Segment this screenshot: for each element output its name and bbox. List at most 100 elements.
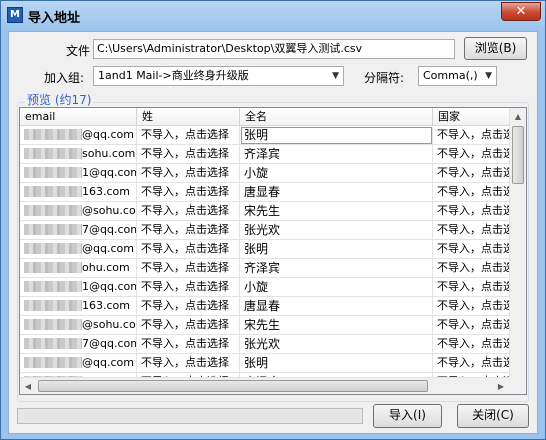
fullname-cell[interactable]: 张明	[240, 354, 433, 373]
email-suffix: sohu.com	[82, 147, 136, 160]
email-suffix: 7@qq.com	[82, 337, 137, 350]
redacted-email-mask	[24, 262, 82, 273]
scroll-left-icon[interactable]: ◀	[20, 378, 36, 394]
table-row[interactable]: 7@qq.com 不导入，点击选择 张光欢 不导入，点击选	[20, 335, 518, 354]
table-row[interactable]: @qq.com 不导入，点击选择 张明 不导入，点击选	[20, 126, 518, 145]
scroll-up-icon[interactable]: ▲	[510, 108, 526, 125]
close-button[interactable]: 关闭(C)	[457, 404, 529, 428]
horizontal-scrollbar[interactable]: ◀ ▶	[20, 377, 509, 394]
table-row[interactable]: @qq.com 不导入，点击选择 张明 不导入，点击选	[20, 240, 518, 259]
surname-cell[interactable]: 不导入，点击选择	[137, 221, 240, 240]
country-cell[interactable]: 不导入，点击选	[433, 202, 510, 221]
surname-cell[interactable]: 不导入，点击选择	[137, 183, 240, 202]
country-cell[interactable]: 不导入，点击选	[433, 164, 510, 183]
column-header-country[interactable]: 国家	[433, 108, 510, 126]
country-cell[interactable]: 不导入，点击选	[433, 240, 510, 259]
surname-cell[interactable]: 不导入，点击选择	[137, 202, 240, 221]
horizontal-scroll-thumb[interactable]	[38, 380, 428, 392]
table-row[interactable]: sohu.com 不导入，点击选择 齐泽宾 不导入，点击选	[20, 145, 518, 164]
email-cell[interactable]: ohu.com	[20, 259, 137, 278]
country-cell[interactable]: 不导入，点击选	[433, 354, 510, 373]
vertical-scrollbar[interactable]: ▲ ▼	[509, 108, 526, 394]
file-path-input[interactable]: C:\Users\Administrator\Desktop\双翼导入测试.cs…	[93, 39, 455, 59]
country-cell[interactable]: 不导入，点击选	[433, 221, 510, 240]
email-cell[interactable]: 7@qq.com	[20, 221, 137, 240]
fullname-cell[interactable]: 张光欢	[240, 335, 433, 354]
fullname-cell[interactable]: 张明	[240, 240, 433, 259]
column-header-email[interactable]: email	[20, 108, 137, 126]
table-row[interactable]: @qq.com 不导入，点击选择 张明 不导入，点击选	[20, 354, 518, 373]
browse-button[interactable]: 浏览(B)	[464, 37, 527, 60]
surname-cell[interactable]: 不导入，点击选择	[137, 126, 240, 145]
fullname-cell[interactable]: 张光欢	[240, 221, 433, 240]
surname-cell[interactable]: 不导入，点击选择	[137, 354, 240, 373]
country-cell[interactable]: 不导入，点击选	[433, 297, 510, 316]
email-cell[interactable]: 7@qq.com	[20, 335, 137, 354]
fullname-cell[interactable]: 小旋	[240, 278, 433, 297]
email-cell[interactable]: @qq.com	[20, 126, 137, 145]
group-select[interactable]: 1and1 Mail->商业终身升级版 ▼	[93, 66, 344, 86]
surname-cell[interactable]: 不导入，点击选择	[137, 316, 240, 335]
country-cell[interactable]: 不导入，点击选	[433, 278, 510, 297]
table-row[interactable]: 163.com 不导入，点击选择 唐显春 不导入，点击选	[20, 297, 518, 316]
country-cell[interactable]: 不导入，点击选	[433, 183, 510, 202]
table-row[interactable]: ohu.com 不导入，点击选择齐泽宾不导入，点击选	[20, 259, 518, 278]
fullname-cell[interactable]: 齐泽宾	[240, 145, 433, 164]
country-cell[interactable]: 不导入，点击选	[433, 259, 510, 278]
email-cell[interactable]: sohu.com	[20, 145, 137, 164]
column-header-surname[interactable]: 姓	[137, 108, 240, 126]
surname-cell[interactable]: 不导入，点击选择	[137, 335, 240, 354]
surname-cell[interactable]: 不导入，点击选择	[137, 164, 240, 183]
fullname-cell[interactable]: 张明	[240, 126, 433, 145]
scroll-right-icon[interactable]: ▶	[493, 378, 509, 394]
surname-cell[interactable]: 不导入，点击选择	[137, 278, 240, 297]
surname-cell[interactable]: 不导入，点击选择	[137, 297, 240, 316]
email-suffix: @sohu.com	[82, 318, 136, 331]
country-cell[interactable]: 不导入，点击选	[433, 145, 510, 164]
surname-cell[interactable]: 不导入，点击选择	[137, 145, 240, 164]
country-cell[interactable]: 不导入，点击选	[433, 335, 510, 354]
table-row[interactable]: 163.com 不导入，点击选择 唐显春 不导入，点击选	[20, 183, 518, 202]
email-cell[interactable]: @sohu.com	[20, 316, 137, 335]
fullname-cell[interactable]: 唐显春	[240, 183, 433, 202]
preview-table[interactable]: email 姓 全名 国家 @qq.com 不导入，点击选择 张明 不导入，点击选 so…	[19, 107, 527, 395]
separator-select[interactable]: Comma(,) ▼	[418, 66, 497, 86]
email-cell[interactable]: @sohu.com	[20, 202, 137, 221]
surname-cell[interactable]: 不导入，点击选择	[137, 240, 240, 259]
table-row[interactable]: 1@qq.com 不导入，点击选择 小旋 不导入，点击选	[20, 278, 518, 297]
close-window-button[interactable]: ✕	[501, 2, 541, 21]
vertical-scroll-thumb[interactable]	[512, 126, 524, 184]
fullname-cell[interactable]: 唐显春	[240, 297, 433, 316]
email-cell[interactable]: 163.com	[20, 297, 137, 316]
email-suffix: 1@qq.com	[82, 166, 137, 179]
email-cell[interactable]: @qq.com	[20, 354, 137, 373]
window-title: 导入地址	[28, 11, 81, 26]
email-suffix: 163.com	[82, 299, 130, 312]
redacted-email-mask	[24, 357, 82, 368]
table-row[interactable]: @sohu.com不导入，点击选择宋先生不导入，点击选	[20, 316, 518, 335]
redacted-email-mask	[24, 243, 82, 254]
country-cell[interactable]: 不导入，点击选	[433, 316, 510, 335]
title-bar[interactable]: M 导入地址 ✕	[1, 1, 545, 31]
email-cell[interactable]: @qq.com	[20, 240, 137, 259]
country-cell[interactable]: 不导入，点击选	[433, 126, 510, 145]
preview-table-header: email 姓 全名 国家	[20, 108, 520, 126]
email-cell[interactable]: 163.com	[20, 183, 137, 202]
surname-cell[interactable]: 不导入，点击选择	[137, 259, 240, 278]
email-cell[interactable]: 1@qq.com	[20, 278, 137, 297]
fullname-cell[interactable]: 小旋	[240, 164, 433, 183]
redacted-email-mask	[24, 129, 82, 140]
fullname-cell[interactable]: 宋先生	[240, 316, 433, 335]
dropdown-arrow-icon: ▼	[485, 71, 492, 81]
table-row[interactable]: 1@qq.com 不导入，点击选择 小旋 不导入，点击选	[20, 164, 518, 183]
email-cell[interactable]: 1@qq.com	[20, 164, 137, 183]
fullname-cell[interactable]: 齐泽宾	[240, 259, 433, 278]
table-row[interactable]: @sohu.com不导入，点击选择宋先生不导入，点击选	[20, 202, 518, 221]
dialog-body: 文件 C:\Users\Administrator\Desktop\双翼导入测试…	[8, 31, 538, 434]
redacted-email-mask	[24, 167, 82, 178]
table-row[interactable]: 7@qq.com 不导入，点击选择 张光欢 不导入，点击选	[20, 221, 518, 240]
import-button[interactable]: 导入(I)	[373, 404, 442, 428]
fullname-cell[interactable]: 宋先生	[240, 202, 433, 221]
group-select-value: 1and1 Mail->商业终身升级版	[98, 69, 249, 82]
column-header-fullname[interactable]: 全名	[240, 108, 433, 126]
